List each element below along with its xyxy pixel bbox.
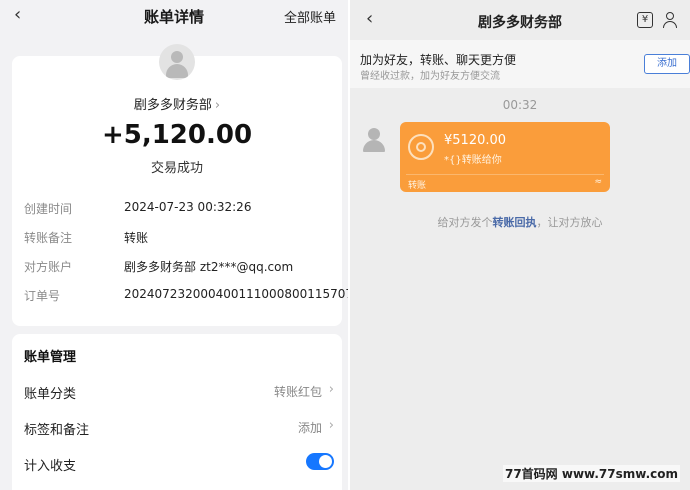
- payee-link[interactable]: 剧多多财务部 ›: [12, 94, 342, 113]
- payee-name: 剧多多财务部: [133, 98, 212, 113]
- wechat-pay-logo-icon: ≈: [594, 177, 602, 187]
- detail-label: 创建时间: [24, 202, 73, 216]
- payee-avatar-icon: [159, 44, 195, 80]
- site-watermark: 77首码网 www.77smw.com: [502, 465, 680, 482]
- chat-panel: ‹ 剧多多财务部 ¥ 加为好友，转账、聊天更方便 曾经收过款，加为好友方便交流 …: [350, 0, 690, 490]
- add-friend-banner: 加为好友，转账、聊天更方便 曾经收过款，加为好友方便交流 添加: [350, 40, 690, 88]
- bill-category-row[interactable]: 账单分类 转账红包 ›: [24, 382, 334, 405]
- message-timestamp: 00:32: [502, 98, 538, 112]
- transfer-message-bubble[interactable]: ¥5120.00 *{}转账给你 转账 ≈: [400, 122, 610, 192]
- detail-label: 转账备注: [24, 231, 73, 245]
- banner-subtitle: 曾经收过款，加为好友方便交流: [360, 71, 500, 82]
- transaction-status: 交易成功: [150, 161, 203, 176]
- detail-row-created-time: 创建时间 2024-07-23 00:32:26: [24, 200, 334, 220]
- chevron-right-icon: ›: [214, 98, 221, 113]
- tags-notes-row[interactable]: 标签和备注 添加 ›: [24, 418, 334, 441]
- transaction-amount: +5,120.00: [101, 120, 253, 150]
- transaction-card: 剧多多财务部 › +5,120.00 交易成功 创建时间 2024-07-23 0…: [12, 44, 348, 326]
- sender-avatar-icon[interactable]: [360, 126, 388, 154]
- all-bills-link[interactable]: 全部账单: [284, 7, 336, 26]
- transfer-icon[interactable]: ¥: [637, 12, 653, 28]
- bubble-divider: [406, 174, 604, 175]
- bill-management-card: 账单管理 账单分类 转账红包 › 标签和备注 添加 › 计入收支: [12, 334, 342, 490]
- row-label: 标签和备注: [24, 423, 90, 438]
- detail-value[interactable]: 20240723200040011100080011570710: [124, 287, 348, 301]
- row-label: 账单分类: [24, 387, 77, 402]
- transfer-note: *{}转账给你: [444, 155, 502, 166]
- transfer-amount: ¥5120.00: [444, 133, 507, 148]
- detail-value: 剧多多财务部 zt2***@qq.com: [124, 260, 294, 274]
- tip-prefix: 给对方发个: [437, 216, 493, 229]
- count-in-balance-toggle[interactable]: [306, 453, 334, 470]
- row-label: 计入收支: [24, 459, 77, 474]
- transfer-footer-label: 转账: [408, 181, 427, 191]
- transfer-coin-icon: [408, 134, 434, 160]
- chevron-right-icon: ›: [328, 418, 334, 433]
- contact-profile-icon[interactable]: [662, 11, 680, 29]
- section-title: 账单管理: [24, 350, 77, 365]
- detail-row-order-number: 订单号 20240723200040011100080011570710: [24, 287, 348, 307]
- bill-detail-panel: ‹ 账单详情 全部账单 剧多多财务部 › +5,120.00 交易成功 创建时间 …: [0, 0, 348, 490]
- count-in-balance-row: 计入收支: [24, 453, 334, 477]
- receipt-tip: 给对方发个转账回执，让对方放心: [350, 214, 690, 230]
- chevron-right-icon: ›: [328, 382, 334, 397]
- detail-label: 订单号: [24, 289, 61, 303]
- detail-row-remark: 转账备注 转账: [24, 229, 334, 249]
- detail-row-counterparty: 对方账户 剧多多财务部 zt2***@qq.com: [24, 258, 334, 278]
- detail-value: 转账: [124, 231, 149, 245]
- bill-detail-header: ‹ 账单详情 全部账单: [0, 0, 348, 30]
- transfer-receipt-link[interactable]: 转账回执: [493, 216, 537, 229]
- add-friend-button[interactable]: 添加: [644, 54, 690, 74]
- tip-suffix: ，让对方放心: [536, 216, 603, 229]
- detail-value: 2024-07-23 00:32:26: [124, 200, 252, 214]
- banner-title: 加为好友，转账、聊天更方便: [360, 53, 517, 67]
- row-value: 添加: [297, 421, 322, 435]
- chat-header: ‹ 剧多多财务部 ¥: [350, 0, 690, 38]
- detail-label: 对方账户: [24, 260, 73, 274]
- row-value: 转账红包: [273, 385, 322, 399]
